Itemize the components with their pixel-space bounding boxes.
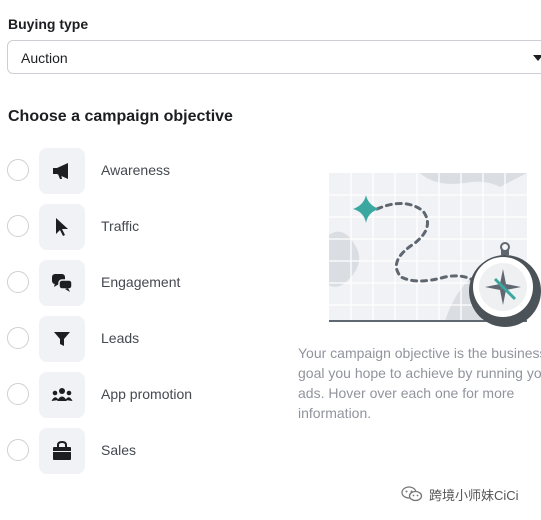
radio-button[interactable] — [7, 327, 29, 349]
shopping-bag-icon — [39, 428, 85, 474]
watermark-text: 跨境小师妹CiCi — [429, 487, 519, 503]
funnel-icon — [39, 316, 85, 362]
people-icon — [39, 372, 85, 418]
objective-option-sales[interactable]: Sales — [0, 428, 260, 474]
description-line: Your campaign objective is the business — [298, 345, 541, 361]
objective-description: Your campaign objective is the business … — [298, 343, 541, 423]
objective-label: App promotion — [101, 386, 193, 402]
megaphone-icon — [39, 148, 85, 194]
objective-label: Sales — [101, 442, 137, 458]
objective-option-leads[interactable]: Leads — [0, 316, 260, 362]
radio-button[interactable] — [7, 159, 29, 181]
buying-type-value: Auction — [21, 50, 68, 66]
radio-button[interactable] — [7, 215, 29, 237]
cursor-icon — [39, 204, 85, 250]
radio-button[interactable] — [7, 383, 29, 405]
chevron-down-icon — [533, 55, 541, 61]
objective-label: Awareness — [101, 162, 171, 178]
watermark: 跨境小师妹CiCi — [401, 484, 519, 504]
objective-option-engagement[interactable]: Engagement — [0, 260, 260, 306]
objective-option-awareness[interactable]: Awareness — [0, 148, 260, 194]
objective-label: Traffic — [101, 218, 140, 234]
buying-type-label: Buying type — [8, 16, 89, 32]
objective-label: Engagement — [101, 274, 181, 290]
buying-type-select[interactable]: Auction — [7, 40, 541, 74]
objective-label: Leads — [101, 330, 140, 346]
objective-option-traffic[interactable]: Traffic — [0, 204, 260, 250]
map-compass-illustration — [325, 165, 541, 338]
radio-button[interactable] — [7, 439, 29, 461]
description-line: ads. Hover over each one for more — [298, 385, 515, 401]
wechat-icon — [401, 486, 423, 502]
description-line: information. — [298, 405, 372, 421]
radio-button[interactable] — [7, 271, 29, 293]
chat-bubbles-icon — [39, 260, 85, 306]
description-line: goal you hope to achieve by running your — [298, 365, 541, 381]
objective-heading: Choose a campaign objective — [8, 108, 233, 125]
objective-option-app-promotion[interactable]: App promotion — [0, 372, 260, 418]
